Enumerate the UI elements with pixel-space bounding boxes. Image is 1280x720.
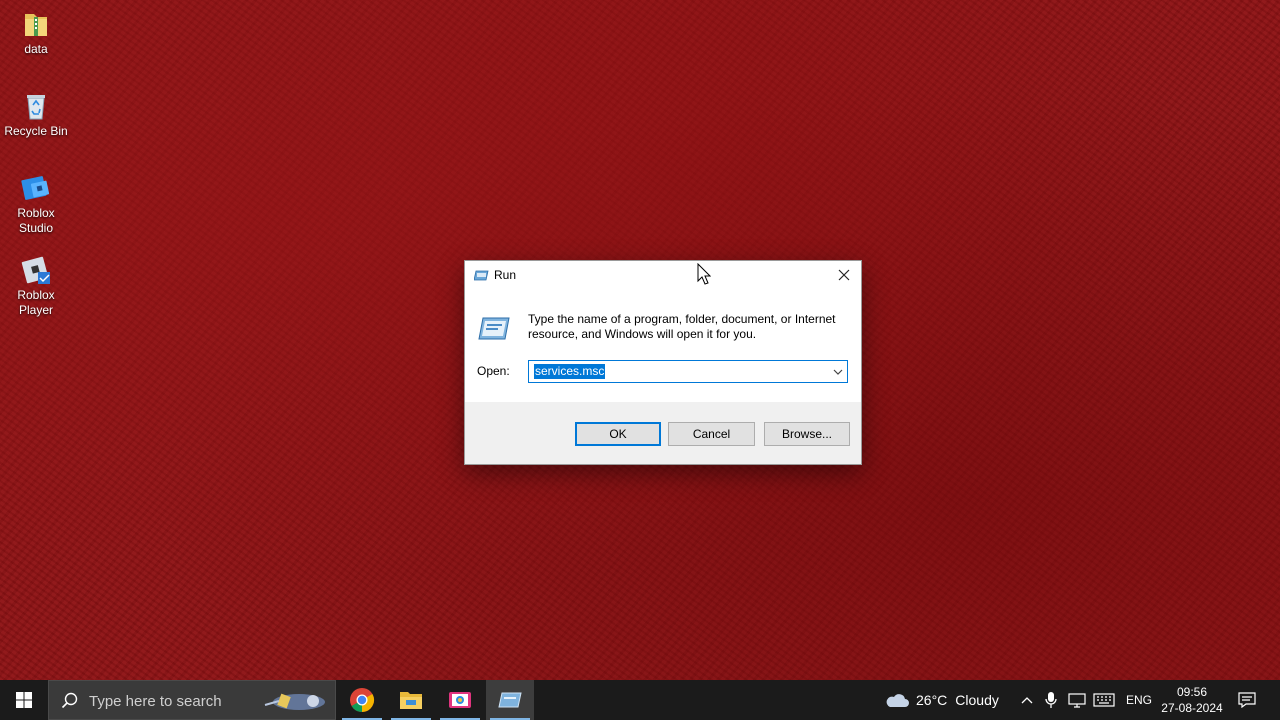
close-button[interactable] xyxy=(827,261,861,289)
dialog-title: Run xyxy=(494,268,517,282)
close-icon xyxy=(838,269,850,281)
run-icon xyxy=(474,270,489,281)
microphone-icon xyxy=(1045,692,1057,708)
show-hidden-icons-button[interactable] xyxy=(1020,680,1034,720)
roblox-player-icon xyxy=(21,256,50,284)
clock-time: 09:56 xyxy=(1176,685,1208,699)
microphone-button[interactable] xyxy=(1045,680,1057,720)
browse-button[interactable]: Browse... xyxy=(764,422,850,446)
desktop-icon-label: data xyxy=(24,42,48,56)
run-dialog: Run Type the name of a program, folder, … xyxy=(464,260,862,465)
mouse-cursor-icon xyxy=(697,263,711,285)
clock[interactable]: 09:56 27-08-2024 xyxy=(1158,684,1226,716)
chevron-down-icon[interactable] xyxy=(832,366,844,378)
desktop-icon-roblox-player[interactable]: Roblox Player xyxy=(2,254,70,318)
notification-icon xyxy=(1238,692,1256,708)
open-input-value[interactable]: services.msc xyxy=(534,364,606,379)
desktop-icon-label: Roblox Studio xyxy=(17,206,55,235)
file-explorer-icon xyxy=(400,692,422,709)
search-highlight-icon xyxy=(264,693,325,710)
dialog-titlebar[interactable]: Run xyxy=(465,261,861,289)
language-indicator[interactable]: ENG xyxy=(1126,680,1152,720)
network-icon xyxy=(1068,693,1086,708)
dialog-description: Type the name of a program, folder, docu… xyxy=(528,312,836,341)
desktop-icon-label: Roblox Player xyxy=(17,288,55,317)
cloud-icon xyxy=(886,694,909,707)
cancel-button[interactable]: Cancel xyxy=(668,422,755,446)
chevron-up-icon xyxy=(1021,697,1033,704)
desktop-icon-recycle-bin[interactable]: Recycle Bin xyxy=(2,90,70,139)
clock-date: 27-08-2024 xyxy=(1161,701,1223,715)
photos-icon xyxy=(449,692,471,708)
weather-temp: 26°C xyxy=(916,692,948,708)
keyboard-icon xyxy=(1093,693,1115,707)
open-combobox[interactable]: services.msc xyxy=(528,360,848,383)
network-button[interactable] xyxy=(1068,680,1086,720)
open-label: Open: xyxy=(477,364,510,378)
taskbar-chrome[interactable] xyxy=(338,680,386,720)
run-program-icon xyxy=(478,317,510,340)
taskbar-photos[interactable] xyxy=(436,680,484,720)
weather-condition: Cloudy xyxy=(955,692,999,708)
taskbar: Type here to search 26°C Cloudy ENG 09:5… xyxy=(0,680,1280,720)
desktop-icon-label: Recycle Bin xyxy=(4,124,68,138)
run-icon xyxy=(498,692,522,708)
notifications-button[interactable] xyxy=(1238,680,1256,720)
taskbar-search[interactable]: Type here to search xyxy=(48,680,336,720)
taskbar-run[interactable] xyxy=(486,680,534,720)
taskbar-file-explorer[interactable] xyxy=(387,680,435,720)
recycle-bin-icon xyxy=(27,95,45,120)
chrome-icon xyxy=(350,688,375,712)
touch-keyboard-button[interactable] xyxy=(1093,680,1115,720)
windows-logo-icon xyxy=(16,692,32,708)
start-button[interactable] xyxy=(0,680,48,720)
desktop-icon-roblox-studio[interactable]: Roblox Studio xyxy=(2,172,70,236)
zip-folder-icon xyxy=(25,14,47,36)
ok-button[interactable]: OK xyxy=(575,422,661,446)
search-icon xyxy=(61,692,78,709)
dialog-footer: OK Cancel Browse... xyxy=(465,402,861,464)
desktop-icon-data[interactable]: data xyxy=(2,8,70,57)
weather-widget[interactable]: 26°C Cloudy xyxy=(884,680,999,720)
roblox-studio-icon xyxy=(21,176,50,200)
search-placeholder: Type here to search xyxy=(89,693,222,710)
